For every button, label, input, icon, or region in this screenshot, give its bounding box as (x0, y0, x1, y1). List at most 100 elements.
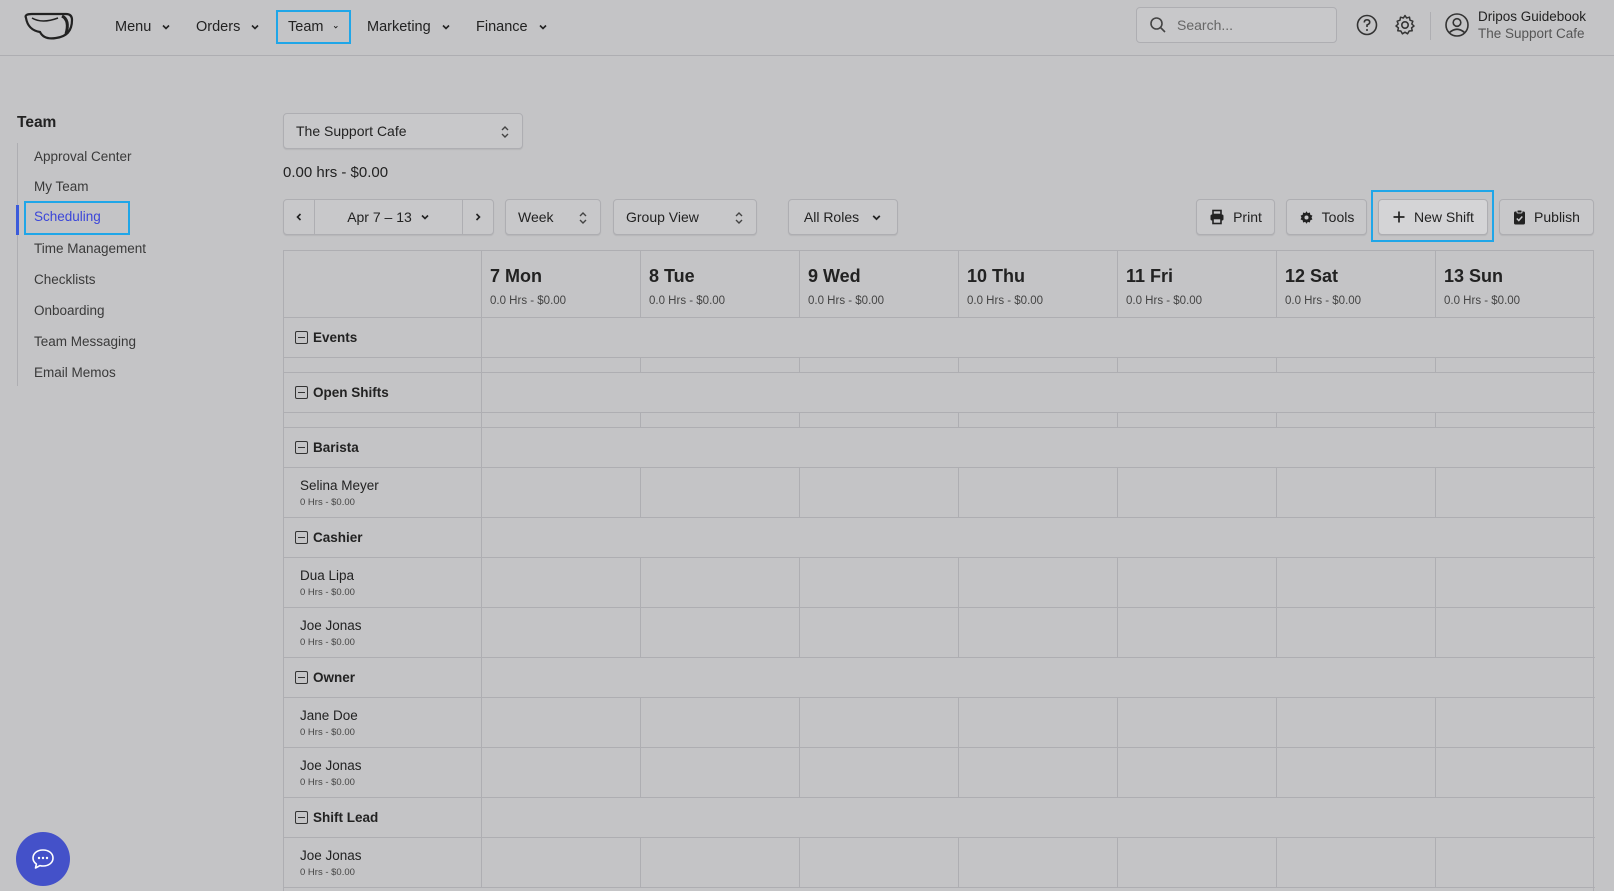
shift-cell[interactable] (641, 468, 800, 517)
chat-launcher-button[interactable] (16, 832, 70, 886)
shift-cell[interactable] (1118, 468, 1277, 517)
group-toggle-barista[interactable]: Barista (295, 440, 359, 455)
nav-orders[interactable]: Orders (186, 10, 270, 44)
user-name[interactable]: Dripos Guidebook (1478, 9, 1586, 24)
employee-name[interactable]: Jane Doe (300, 708, 358, 723)
search-box[interactable] (1136, 7, 1337, 43)
employee-name[interactable]: Dua Lipa (300, 568, 354, 583)
view-period-select[interactable]: Week (505, 199, 601, 235)
roles-filter-button[interactable]: All Roles (788, 199, 898, 235)
shift-cell[interactable] (482, 608, 641, 657)
group-toggle-shift-lead[interactable]: Shift Lead (295, 810, 378, 825)
shift-cell[interactable] (800, 608, 959, 657)
day-cell[interactable] (1277, 413, 1436, 427)
day-cell[interactable] (800, 358, 959, 372)
employee-name[interactable]: Joe Jonas (300, 758, 362, 773)
day-cell[interactable] (959, 413, 1118, 427)
day-cell[interactable] (482, 413, 641, 427)
day-cell[interactable] (1118, 413, 1277, 427)
group-toggle-open-shifts[interactable]: Open Shifts (295, 385, 389, 400)
group-toggle-cashier[interactable]: Cashier (295, 530, 363, 545)
shift-cell[interactable] (1277, 698, 1436, 747)
help-icon[interactable] (1355, 13, 1379, 37)
day-cell[interactable] (641, 413, 800, 427)
shift-cell[interactable] (1118, 558, 1277, 607)
day-cell[interactable] (482, 358, 641, 372)
day-cell[interactable] (1118, 358, 1277, 372)
shift-cell[interactable] (641, 748, 800, 797)
nav-team[interactable]: Team (276, 10, 351, 44)
day-cell[interactable] (959, 358, 1118, 372)
shift-cell[interactable] (959, 698, 1118, 747)
shift-cell[interactable] (800, 838, 959, 887)
publish-button[interactable]: Publish (1499, 199, 1594, 235)
shift-cell[interactable] (1118, 748, 1277, 797)
sidebar-active-indicator (16, 205, 19, 235)
sidebar-item-time-management[interactable]: Time Management (34, 241, 146, 256)
shift-cell[interactable] (482, 748, 641, 797)
shift-cell[interactable] (641, 838, 800, 887)
nav-marketing-label: Marketing (367, 19, 431, 35)
shift-cell[interactable] (482, 698, 641, 747)
chevron-right-icon (475, 213, 481, 221)
nav-menu[interactable]: Menu (105, 10, 181, 44)
sidebar-item-team-messaging[interactable]: Team Messaging (34, 334, 136, 349)
shift-cell[interactable] (959, 558, 1118, 607)
new-shift-button[interactable]: New Shift (1378, 199, 1488, 235)
shift-cell[interactable] (1277, 838, 1436, 887)
day-summary: 0.0 Hrs - $0.00 (490, 295, 567, 307)
shift-cell[interactable] (482, 838, 641, 887)
nav-finance[interactable]: Finance (466, 10, 558, 44)
shift-cell[interactable] (959, 838, 1118, 887)
employee-name[interactable]: Joe Jonas (300, 618, 362, 633)
collapse-icon (295, 331, 308, 344)
employee-label-cell: Jane Doe 0 Hrs - $0.00 (284, 698, 482, 747)
sidebar-item-approval-center[interactable]: Approval Center (34, 149, 132, 164)
shift-cell[interactable] (641, 608, 800, 657)
view-mode-select[interactable]: Group View (613, 199, 757, 235)
shift-cell[interactable] (641, 698, 800, 747)
user-icon[interactable] (1444, 12, 1470, 38)
sidebar-item-onboarding[interactable]: Onboarding (34, 303, 105, 318)
group-toggle-owner[interactable]: Owner (295, 670, 355, 685)
search-input[interactable] (1177, 17, 1327, 33)
employee-summary: 0 Hrs - $0.00 (300, 497, 355, 508)
shift-cell[interactable] (641, 558, 800, 607)
sidebar-item-email-memos[interactable]: Email Memos (34, 365, 116, 380)
group-toggle-events[interactable]: Events (295, 330, 357, 345)
shift-cell[interactable] (1118, 698, 1277, 747)
date-range-picker[interactable]: Apr 7 – 13 (314, 200, 463, 234)
logo-cup-icon[interactable] (22, 10, 78, 42)
shift-cell[interactable] (1277, 748, 1436, 797)
shift-cell[interactable] (1118, 608, 1277, 657)
sidebar-item-checklists[interactable]: Checklists (34, 272, 96, 287)
employee-name[interactable]: Selina Meyer (300, 478, 379, 493)
shift-cell[interactable] (959, 748, 1118, 797)
shift-cell[interactable] (1118, 838, 1277, 887)
day-name: 7 Mon (490, 266, 542, 286)
shift-cell[interactable] (1277, 558, 1436, 607)
day-cell[interactable] (641, 358, 800, 372)
day-cell[interactable] (800, 413, 959, 427)
shift-cell[interactable] (959, 608, 1118, 657)
day-cell[interactable] (1277, 358, 1436, 372)
shift-cell[interactable] (800, 698, 959, 747)
shift-cell[interactable] (1277, 608, 1436, 657)
location-select[interactable]: The Support Cafe (283, 113, 523, 149)
shift-cell[interactable] (800, 468, 959, 517)
next-week-button[interactable] (463, 200, 493, 234)
previous-week-button[interactable] (284, 200, 314, 234)
employee-name[interactable]: Joe Jonas (300, 848, 362, 863)
tools-button[interactable]: Tools (1286, 199, 1367, 235)
sidebar-item-my-team[interactable]: My Team (34, 179, 89, 194)
shift-cell[interactable] (800, 558, 959, 607)
shift-cell[interactable] (482, 558, 641, 607)
gear-icon[interactable] (1393, 13, 1417, 37)
nav-marketing[interactable]: Marketing (357, 10, 461, 44)
shift-cell[interactable] (959, 468, 1118, 517)
shift-cell[interactable] (482, 468, 641, 517)
shift-cell[interactable] (800, 748, 959, 797)
shift-cell[interactable] (1277, 468, 1436, 517)
print-button[interactable]: Print (1196, 199, 1275, 235)
sidebar-item-scheduling[interactable]: Scheduling (24, 201, 130, 235)
